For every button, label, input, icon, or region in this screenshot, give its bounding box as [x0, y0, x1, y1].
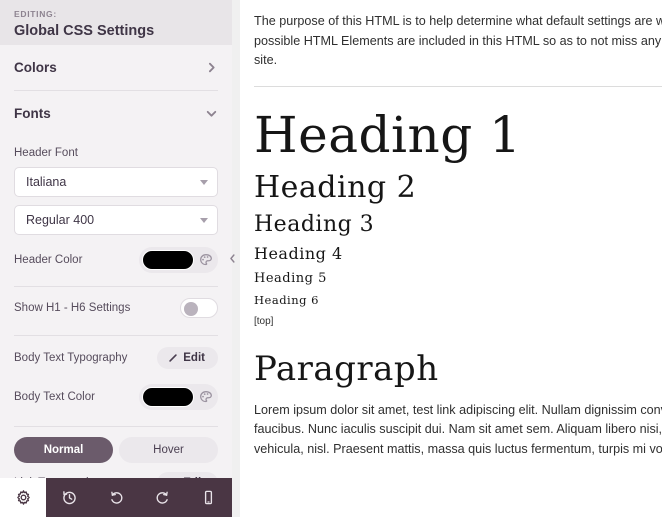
editing-label: EDITING:	[14, 9, 57, 19]
header-font-family-value: Italiana	[26, 175, 67, 189]
top-link[interactable]: [top]	[254, 316, 662, 327]
header-font-weight-select[interactable]: Regular 400	[14, 205, 218, 235]
header-font-field: Header Font Italiana Regular 400	[0, 146, 232, 235]
revision-history-icon	[63, 491, 76, 505]
heading-4: Heading 4	[254, 243, 343, 263]
paragraph-line-3: vehicula, nisl. Praesent mattis, massa q…	[254, 441, 662, 456]
tab-normal[interactable]: Normal	[14, 437, 113, 463]
panel-scroll-area[interactable]: Colors Fonts Header Font Italiana Regula…	[0, 45, 232, 478]
toolbar-undo-button[interactable]	[93, 478, 139, 517]
header-font-family-select[interactable]: Italiana	[14, 167, 218, 197]
undo-icon	[110, 491, 122, 504]
panel-toolbar	[0, 478, 232, 517]
heading-6: Heading 6	[254, 292, 319, 307]
chevron-down-icon	[200, 179, 208, 185]
body-typography-label: Body Text Typography	[14, 352, 128, 364]
preview-area: The purpose of this HTML is to help dete…	[232, 0, 662, 517]
palette-icon[interactable]	[199, 253, 213, 267]
header-color-control[interactable]	[139, 247, 218, 273]
heading-3: Heading 3	[254, 211, 375, 237]
panel-collapse-handle[interactable]	[226, 249, 238, 267]
chevron-right-icon	[208, 62, 215, 73]
chevron-down-icon	[206, 110, 217, 117]
paragraph-line-2: faucibus. Nunc iaculis suscipit dui. Nam…	[254, 422, 662, 436]
body-typography-edit-button[interactable]: Edit	[157, 347, 218, 369]
redo-icon	[156, 491, 168, 504]
toolbar-mobile-preview-button[interactable]	[186, 478, 232, 517]
paragraph-section-heading: Paragraph	[254, 348, 439, 389]
show-headings-toggle[interactable]	[180, 298, 218, 318]
chevron-left-icon	[229, 253, 235, 263]
intro-line-1: The purpose of this HTML is to help dete…	[254, 14, 662, 28]
body-color-row: Body Text Color	[0, 380, 232, 414]
palette-icon[interactable]	[199, 390, 213, 404]
intro-line-3: site.	[254, 53, 278, 67]
show-headings-row: Show H1 - H6 Settings	[0, 287, 232, 329]
heading-1: Heading 1	[254, 105, 522, 164]
header-color-swatch[interactable]	[142, 250, 194, 270]
accordion-fonts-label: Fonts	[14, 106, 51, 121]
header-color-row: Header Color	[0, 243, 232, 277]
global-css-settings-panel: EDITING: Global CSS Settings Colors Font…	[0, 0, 232, 517]
toolbar-redo-button[interactable]	[139, 478, 185, 517]
toggle-knob	[184, 301, 198, 316]
intro-line-2: possible HTML Elements are included in t…	[254, 33, 662, 48]
accordion-colors-label: Colors	[14, 60, 57, 75]
body-typography-row: Body Text Typography Edit	[0, 336, 232, 380]
body-color-label: Body Text Color	[14, 391, 95, 403]
body-color-control[interactable]	[139, 384, 218, 410]
toolbar-history-button[interactable]	[46, 478, 92, 517]
divider	[14, 426, 218, 427]
body-color-swatch[interactable]	[142, 387, 194, 407]
header-font-weight-value: Regular 400	[26, 213, 95, 227]
app-root: EDITING: Global CSS Settings Colors Font…	[0, 0, 662, 517]
panel-header: EDITING: Global CSS Settings	[0, 0, 232, 45]
accordion-fonts[interactable]: Fonts	[0, 91, 232, 136]
accordion-colors[interactable]: Colors	[0, 45, 232, 90]
heading-2: Heading 2	[254, 169, 417, 205]
header-font-label: Header Font	[14, 147, 78, 159]
link-state-tabs: Normal Hover	[14, 437, 218, 463]
pencil-icon	[169, 354, 178, 362]
tab-hover[interactable]: Hover	[119, 437, 218, 463]
horizontal-rule	[254, 85, 662, 87]
chevron-down-icon	[200, 217, 208, 223]
settings-gear-icon	[16, 490, 30, 505]
mobile-preview-icon	[205, 490, 213, 505]
heading-5: Heading 5	[254, 270, 327, 286]
header-color-label: Header Color	[14, 254, 83, 266]
preview-page[interactable]: The purpose of this HTML is to help dete…	[240, 0, 662, 517]
link-typography-row: Link Typography Edit	[0, 463, 232, 478]
paragraph-line-1: Lorem ipsum dolor sit amet, test link ad…	[254, 402, 662, 417]
toolbar-settings-button[interactable]	[0, 478, 47, 517]
panel-title: Global CSS Settings	[14, 23, 155, 39]
show-headings-label: Show H1 - H6 Settings	[14, 302, 131, 314]
body-typography-edit-label: Edit	[183, 352, 205, 364]
